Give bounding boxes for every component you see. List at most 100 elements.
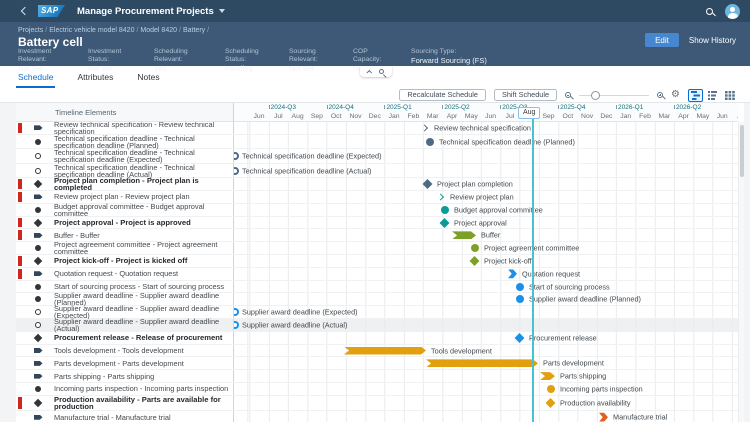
gantt-row[interactable]: Quotation request - Quotation requestQuo… xyxy=(16,268,738,281)
gantt-row[interactable]: Incoming parts inspection - Incoming par… xyxy=(16,383,738,396)
row-chart-cell[interactable]: Production availability xyxy=(233,396,738,411)
zoom-out-icon[interactable] xyxy=(565,92,571,98)
row-label-cell[interactable]: Project kick-off - Project is kicked off xyxy=(16,255,233,267)
breadcrumb-link[interactable]: Projects xyxy=(18,27,43,34)
app-title-caret-icon[interactable] xyxy=(219,9,225,13)
bar-marker[interactable] xyxy=(426,359,538,367)
gantt-row[interactable]: Production availability - Parts are avai… xyxy=(16,396,738,412)
row-label-cell[interactable]: Project agreement committee - Project ag… xyxy=(16,242,233,254)
gantt-row[interactable]: Procurement release - Release of procure… xyxy=(16,332,738,345)
row-label-cell[interactable]: Supplier award deadline - Supplier award… xyxy=(16,319,233,331)
breadcrumb-link[interactable]: Electric vehicle model 8420 xyxy=(49,27,134,34)
tab-notes[interactable]: Notes xyxy=(137,72,159,88)
row-label-cell[interactable]: Technical specification deadline - Techn… xyxy=(16,149,233,163)
gantt-row[interactable]: Review technical specification - Review … xyxy=(16,122,738,135)
circle-marker[interactable] xyxy=(516,295,524,303)
circle-marker[interactable] xyxy=(547,385,555,393)
row-label-cell[interactable]: Project plan completion - Project plan i… xyxy=(16,178,233,190)
tab-schedule[interactable]: Schedule xyxy=(18,72,53,88)
avatar[interactable] xyxy=(725,4,740,19)
view-gantt-button[interactable] xyxy=(688,89,703,102)
gantt-row[interactable]: Parts shipping - Parts shippingParts shi… xyxy=(16,370,738,383)
diamond-marker[interactable] xyxy=(470,256,480,266)
app-title[interactable]: Manage Procurement Projects xyxy=(77,6,214,17)
row-label-cell[interactable]: Project approval - Project is approved xyxy=(16,217,233,229)
chevron-marker[interactable] xyxy=(508,269,517,278)
gantt-row[interactable]: Project agreement committee - Project ag… xyxy=(16,242,738,255)
view-table-gantt-button[interactable] xyxy=(705,89,720,102)
settings-gear-icon[interactable]: ⚙ xyxy=(671,90,680,100)
row-label-cell[interactable]: Parts shipping - Parts shipping xyxy=(16,370,233,382)
gantt-row[interactable]: Supplier award deadline - Supplier award… xyxy=(16,319,738,332)
row-chart-cell[interactable]: Project plan completion xyxy=(233,178,738,190)
row-chart-cell[interactable]: Technical specification deadline (Planne… xyxy=(233,135,738,149)
zoom-slider-handle[interactable] xyxy=(591,91,600,100)
vertical-scrollbar[interactable] xyxy=(738,122,744,422)
row-chart-cell[interactable]: Buffer xyxy=(233,229,738,241)
gantt-row[interactable]: Budget approval committee - Budget appro… xyxy=(16,204,738,217)
edit-button[interactable]: Edit xyxy=(645,33,679,47)
chevron-marker[interactable] xyxy=(599,413,608,422)
row-chart-cell[interactable]: Review technical specification xyxy=(233,122,738,134)
row-label-cell[interactable]: Quotation request - Quotation request xyxy=(16,268,233,280)
row-label-cell[interactable]: Procurement release - Release of procure… xyxy=(16,332,233,344)
row-label-cell[interactable]: Review technical specification - Review … xyxy=(16,122,233,134)
gantt-row[interactable]: Manufacture trial - Manufacture trialMan… xyxy=(16,411,738,422)
ring-marker[interactable] xyxy=(233,167,239,175)
row-chart-cell[interactable]: Parts shipping xyxy=(233,370,738,382)
view-grid-button[interactable] xyxy=(722,89,737,102)
row-chart-cell[interactable]: Project agreement committee xyxy=(233,242,738,254)
diamond-marker[interactable] xyxy=(440,218,450,228)
zoom-slider[interactable] xyxy=(579,91,649,100)
circle-marker[interactable] xyxy=(426,138,434,146)
row-chart-cell[interactable]: Procurement release xyxy=(233,332,738,344)
row-label-cell[interactable]: Manufacture trial - Manufacture trial xyxy=(16,411,233,422)
row-chart-cell[interactable]: Technical specification deadline (Actual… xyxy=(233,164,738,178)
row-label-cell[interactable]: Parts development - Parts development xyxy=(16,357,233,369)
row-chart-cell[interactable]: Parts development xyxy=(233,357,738,369)
row-chart-cell[interactable]: Start of sourcing process xyxy=(233,281,738,293)
breadcrumb[interactable]: Projects/Electric vehicle model 8420/Mod… xyxy=(18,27,211,34)
row-chart-cell[interactable]: Incoming parts inspection xyxy=(233,383,738,395)
collapse-header-icon[interactable] xyxy=(366,69,372,75)
circle-marker[interactable] xyxy=(516,283,524,291)
row-label-cell[interactable]: Budget approval committee - Budget appro… xyxy=(16,204,233,216)
scrollbar-thumb[interactable] xyxy=(740,125,744,177)
row-chart-cell[interactable]: Project kick-off xyxy=(233,255,738,267)
pin-header-icon[interactable] xyxy=(379,69,384,74)
row-chart-cell[interactable]: Budget approval committee xyxy=(233,204,738,216)
row-label-cell[interactable]: Tools development - Tools development xyxy=(16,345,233,357)
ring-marker[interactable] xyxy=(233,321,239,329)
gantt-row[interactable]: Tools development - Tools developmentToo… xyxy=(16,345,738,358)
zoom-in-icon[interactable] xyxy=(657,92,663,98)
row-chart-cell[interactable]: Tools development xyxy=(233,345,738,357)
circle-marker[interactable] xyxy=(441,206,449,214)
row-chart-cell[interactable]: Review project plan xyxy=(233,191,738,203)
recalculate-schedule-button[interactable]: Recalculate Schedule xyxy=(399,89,486,101)
row-chart-cell[interactable]: Manufacture trial xyxy=(233,411,738,422)
shift-schedule-button[interactable]: Shift Schedule xyxy=(494,89,557,101)
gantt-row[interactable]: Parts development - Parts developmentPar… xyxy=(16,357,738,370)
gantt-row[interactable]: Project plan completion - Project plan i… xyxy=(16,178,738,191)
row-chart-cell[interactable]: Quotation request xyxy=(233,268,738,280)
diamond-marker[interactable] xyxy=(515,333,525,343)
search-icon[interactable] xyxy=(706,8,713,15)
diamond-marker[interactable] xyxy=(423,179,433,189)
row-chart-cell[interactable]: Technical specification deadline (Expect… xyxy=(233,149,738,163)
row-label-cell[interactable]: Incoming parts inspection - Incoming par… xyxy=(16,383,233,395)
ring-marker[interactable] xyxy=(233,308,239,316)
diamond-marker[interactable] xyxy=(546,398,556,408)
gantt-row[interactable]: Project approval - Project is approvedPr… xyxy=(16,217,738,230)
tab-attributes[interactable]: Attributes xyxy=(77,72,113,88)
timeline-header[interactable]: 2024-Q32024-Q42025-Q12025-Q22025-Q32025-… xyxy=(233,103,738,122)
gantt-row[interactable]: Project kick-off - Project is kicked off… xyxy=(16,255,738,268)
circle-marker[interactable] xyxy=(471,244,479,252)
row-label-cell[interactable]: Production availability - Parts are avai… xyxy=(16,396,233,411)
breadcrumb-link[interactable]: Model 8420 xyxy=(140,27,177,34)
row-label-cell[interactable]: Technical specification deadline - Techn… xyxy=(16,135,233,149)
back-icon[interactable] xyxy=(21,7,29,15)
bar-marker[interactable] xyxy=(344,347,426,355)
chevron-open-marker[interactable] xyxy=(421,124,428,131)
row-chart-cell[interactable]: Supplier award deadline (Planned) xyxy=(233,293,738,305)
chevron-open-marker[interactable] xyxy=(437,193,444,200)
